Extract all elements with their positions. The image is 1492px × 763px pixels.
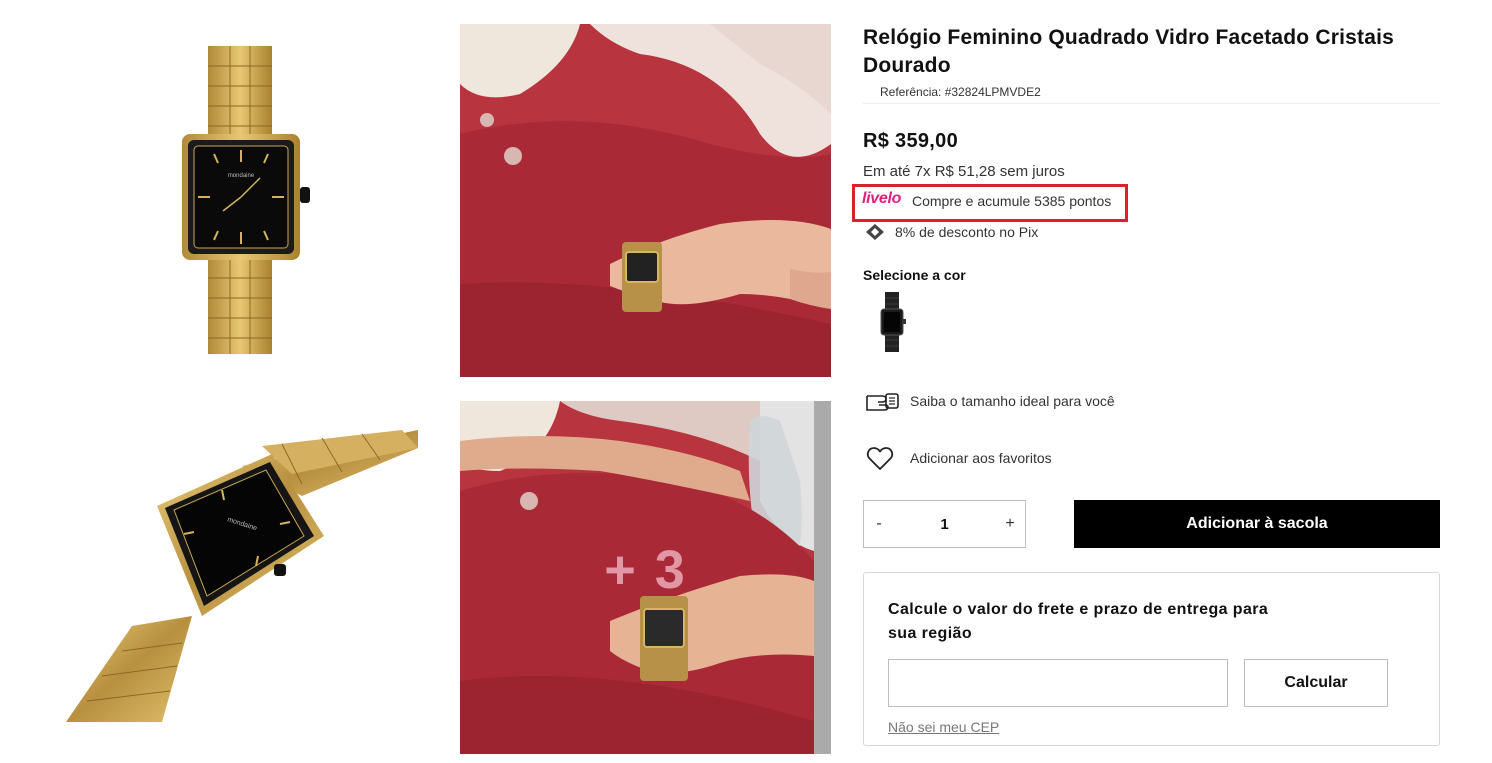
product-price: R$ 359,00 [863, 130, 958, 152]
quantity-minus-button[interactable]: - [864, 515, 894, 533]
add-to-bag-button[interactable]: Adicionar à sacola [1074, 500, 1440, 548]
installments-text: Em até 7x R$ 51,28 sem juros [863, 163, 1065, 180]
quantity-value[interactable]: 1 [940, 516, 948, 533]
black-watch-swatch[interactable] [872, 292, 912, 352]
pix-icon [864, 223, 886, 241]
quantity-plus-button[interactable]: + [995, 515, 1025, 533]
watch-front-photo[interactable]: mondaine [150, 40, 330, 360]
wrist-lifestyle-photo[interactable] [460, 24, 831, 377]
product-reference: Referência: #32824LPMVDE2 [880, 85, 1041, 99]
pix-discount-text: 8% de desconto no Pix [895, 224, 1039, 240]
watch-angled-photo[interactable]: mondaine [62, 426, 420, 726]
add-to-favorites-link[interactable]: Adicionar aos favoritos [910, 450, 1052, 466]
watch-brand-text: mondaine [228, 173, 255, 179]
more-photos-overlay[interactable]: + 3 [460, 539, 831, 601]
unknown-cep-link[interactable]: Não sei meu CEP [888, 719, 999, 735]
livelo-logo: livelo [862, 190, 902, 207]
heart-icon[interactable] [866, 446, 894, 472]
quantity-stepper: - 1 + [863, 500, 1026, 548]
wrist-lifestyle-photo-2[interactable]: + 3 [460, 401, 831, 754]
color-selector-label: Selecione a cor [863, 267, 966, 283]
freight-title: Calcule o valor do frete e prazo de entr… [888, 601, 1269, 642]
size-guide-link[interactable]: Saiba o tamanho ideal para você [910, 393, 1115, 409]
cep-input[interactable] [888, 659, 1228, 707]
livelo-points-text: Compre e acumule 5385 pontos [912, 193, 1112, 209]
divider [863, 103, 1440, 104]
calculate-button[interactable]: Calcular [1244, 659, 1388, 707]
hand-measure-icon[interactable] [864, 390, 900, 414]
product-title: Relógio Feminino Quadrado Vidro Facetado… [863, 26, 1394, 77]
